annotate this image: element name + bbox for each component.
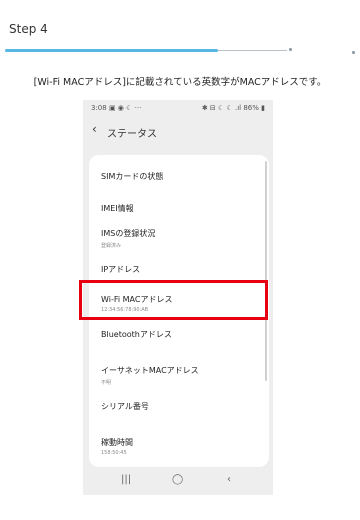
home-icon[interactable]: ◯ [172, 474, 183, 485]
list-item-label: IPアドレス [101, 265, 141, 274]
recent-apps-icon[interactable]: ||| [121, 474, 131, 485]
back-arrow-icon[interactable]: ‹ [92, 122, 97, 136]
list-item-label: イーサネットMACアドレス [101, 366, 199, 375]
list-item-value: 登録済み [101, 243, 122, 249]
list-item-value: 不明 [101, 380, 112, 386]
progress-dot [352, 51, 355, 54]
page-title: ステータス [107, 129, 157, 140]
nav-back-icon[interactable]: ‹ [227, 474, 231, 485]
step-title: Step 4 [9, 22, 48, 36]
instruction-caption: [Wi-Fi MACアドレス]に記載されている英数字がMACアドレスです。 [33, 77, 327, 88]
app-header: ‹ ステータス [83, 120, 273, 146]
status-icons: ✱ ⊟ ☾ ☾ .ıl 86% ▮ [201, 104, 265, 112]
page: Step 4 [Wi-Fi MACアドレス]に記載されている英数字がMACアドレ… [0, 0, 360, 520]
progress-dot [289, 48, 292, 51]
list-item-value: 158:50:45 [101, 450, 127, 456]
status-time: 3:08 ▣ ◉ ☾ ··· [91, 104, 142, 112]
wifi-mac-highlight-box [79, 280, 268, 320]
list-item-label: 稼動時間 [101, 438, 133, 447]
list-item-label: Bluetoothアドレス [101, 330, 172, 339]
list-item-imei[interactable]: IMEI情報 [89, 193, 269, 223]
status-bar: 3:08 ▣ ◉ ☾ ··· ✱ ⊟ ☾ ☾ .ıl 86% ▮ [83, 100, 273, 116]
list-item-serial-number[interactable]: シリアル番号 [89, 393, 269, 423]
progress-bar [5, 48, 355, 54]
list-item-bluetooth[interactable]: Bluetoothアドレス [89, 321, 269, 351]
list-item-ethernet-mac[interactable]: イーサネットMACアドレス 不明 [89, 357, 269, 387]
list-item-label: シリアル番号 [101, 402, 149, 411]
navigation-bar: ||| ◯ ‹ [83, 469, 273, 495]
progress-fill [5, 49, 218, 52]
list-item-label: SIMカードの状態 [101, 172, 164, 181]
list-item-uptime[interactable]: 稼動時間 158:50:45 [89, 430, 269, 460]
list-item-ims[interactable]: IMSの登録状況 登録済み [89, 221, 269, 251]
list-item-sim-status[interactable]: SIMカードの状態 [89, 161, 269, 191]
list-item-label: IMSの登録状況 [101, 229, 156, 238]
list-item-label: IMEI情報 [101, 204, 134, 213]
